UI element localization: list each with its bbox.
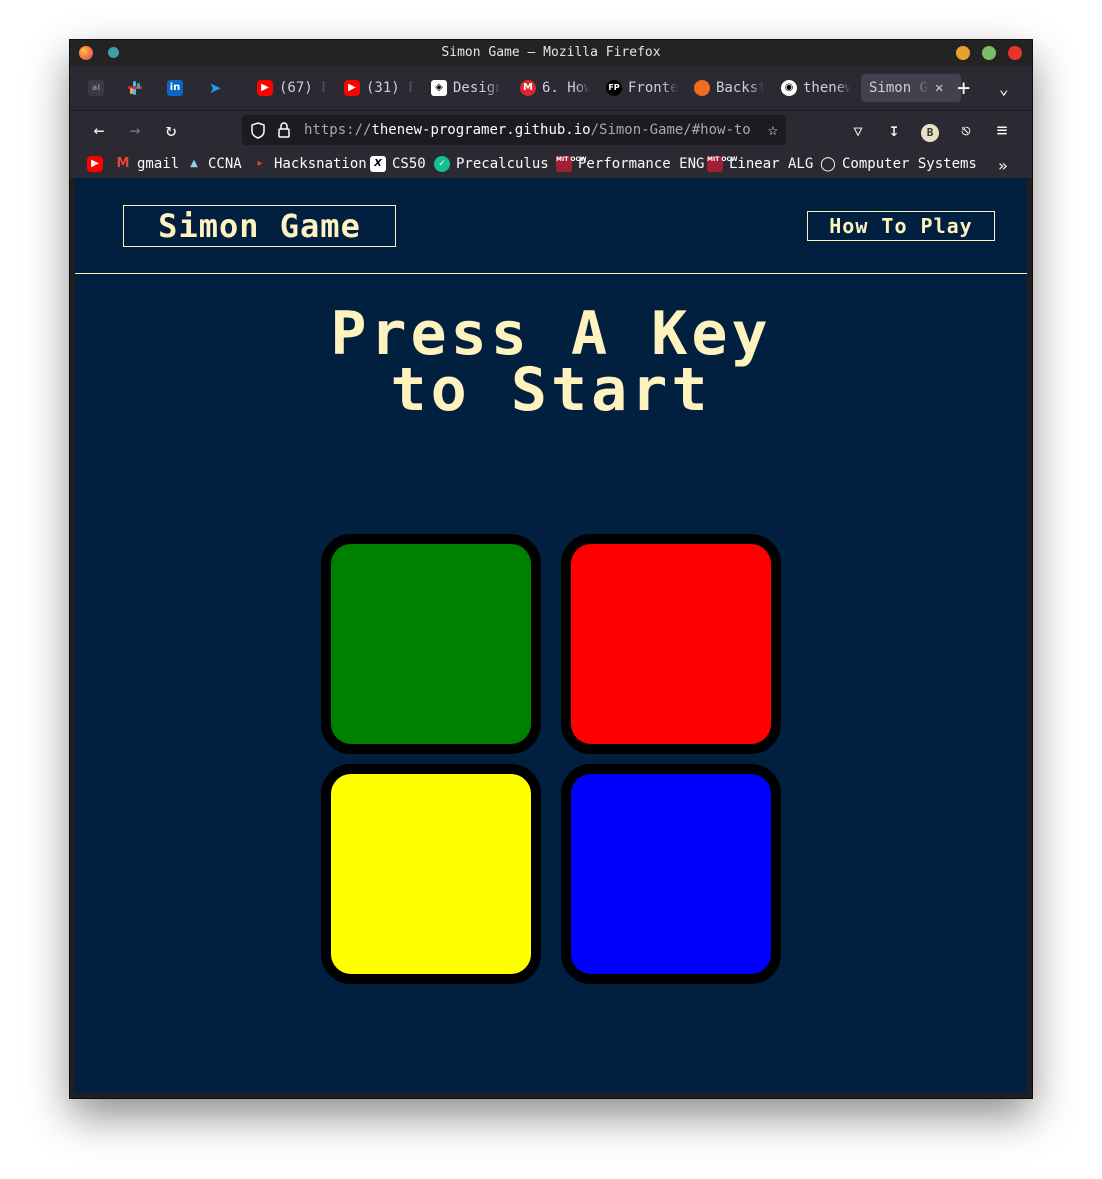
window-title: Simon Game — Mozilla Firefox (441, 45, 661, 60)
tab-youtube-31[interactable]: ▶ (31) F (344, 74, 414, 102)
tab-label: Backst (716, 80, 764, 96)
simon-game-logo[interactable]: Simon Game (123, 205, 396, 247)
menu-icon[interactable]: ≡ (990, 119, 1014, 143)
navigation-toolbar: ← → ↻ https://thenew-programer.github.io… (70, 110, 1032, 151)
tab-youtube-67[interactable]: ▶ (67) F (257, 74, 327, 102)
bookmark-ccna[interactable]: ▲ CCNA (186, 156, 242, 172)
mit-ocw-icon: MIT OCW (707, 156, 738, 172)
youtube-icon: ▶ (344, 80, 360, 96)
tab-label: (67) F (279, 80, 327, 96)
level-title-line-1: Press A Key (330, 299, 772, 369)
lock-icon[interactable] (277, 115, 291, 145)
close-tab-icon[interactable]: ✕ (935, 80, 943, 96)
tab-pinned-1[interactable]: ai (88, 74, 110, 102)
tab-pinned-twitter[interactable]: ➤ (207, 74, 229, 102)
tab-label: 6. How (542, 80, 590, 96)
title-bar: Simon Game — Mozilla Firefox (70, 40, 1032, 66)
tab-pinned-slack[interactable] (127, 74, 149, 102)
pocket-icon[interactable]: ▽ (846, 119, 870, 143)
green-button[interactable] (321, 534, 541, 754)
url-bar[interactable]: https://thenew-programer.github.io/Simon… (242, 115, 786, 145)
maximize-button[interactable] (982, 46, 996, 60)
downloads-icon[interactable]: ↧ (882, 119, 906, 143)
back-arrow-icon[interactable]: ← (87, 119, 111, 143)
reload-icon[interactable]: ↻ (159, 119, 183, 143)
bookmark-label: Performance ENG (578, 156, 705, 172)
yellow-button[interactable] (321, 764, 541, 984)
linkedin-icon: in (167, 80, 183, 96)
bookmarks-toolbar: ▶ M gmail ▲ CCNA ▸ Hacksnation X CS50 ✓ … (70, 150, 1032, 178)
bookmark-label: Linear ALG (729, 156, 814, 172)
bookmark-performance-eng[interactable]: MIT OCW Performance ENG (556, 156, 704, 172)
minimize-button[interactable] (956, 46, 970, 60)
bookmark-star-icon[interactable]: ☆ (768, 115, 778, 145)
tab-frontend[interactable]: FP Fronte (606, 74, 678, 102)
x-icon: X (370, 156, 386, 172)
tab-backstage[interactable]: Backst (694, 74, 764, 102)
bookmark-precalculus[interactable]: ✓ Precalculus (434, 156, 549, 172)
new-tab-button[interactable]: + (957, 74, 970, 102)
tab-github[interactable]: ◉ thenew (781, 74, 851, 102)
forward-arrow-icon[interactable]: → (123, 119, 147, 143)
extensions-icon[interactable]: ⎋ (954, 119, 978, 143)
khan-icon: ✓ (434, 156, 450, 172)
bookmark-linear-alg[interactable]: MIT OCW Linear ALG (707, 156, 813, 172)
url-path: /Simon-Game/#how-to (590, 122, 751, 138)
mit-ocw-icon: MIT OCW (556, 156, 587, 172)
bookmark-label: Hacksnation (274, 156, 367, 172)
url-prefix: https:// (304, 122, 372, 138)
account-avatar-icon[interactable]: B (918, 119, 942, 143)
twitter-icon: ➤ (208, 79, 222, 97)
github-icon: ◉ (781, 80, 797, 96)
hacksnation-icon: ▸ (257, 158, 263, 169)
browser-window: Simon Game — Mozilla Firefox ai in ➤ ▶ (… (70, 40, 1032, 1098)
tab-label: thenew (803, 80, 851, 96)
gmail-icon: M (116, 156, 130, 171)
close-button[interactable] (1008, 46, 1022, 60)
bookmark-label: CS50 (392, 156, 426, 172)
cisco-icon: ▲ (190, 158, 198, 169)
tab-label: Simon G (869, 80, 929, 96)
youtube-icon: ▶ (257, 80, 273, 96)
bookmark-gmail[interactable]: M gmail (115, 156, 180, 172)
url-host: thenew-programer.github.io (371, 122, 591, 138)
bookmark-label: CCNA (208, 156, 242, 172)
design-icon: ◈ (431, 80, 447, 96)
tab-label: Design (453, 80, 501, 96)
level-title-line-2: to Start (390, 355, 712, 425)
tab-simon-game[interactable]: Simon G ✕ (861, 74, 961, 102)
how-to-play-button[interactable]: How To Play (807, 211, 995, 241)
blue-button[interactable] (561, 764, 781, 984)
m-icon: M (520, 80, 536, 96)
generic-site-icon: ai (88, 80, 104, 96)
globe-icon: ◯ (820, 156, 836, 172)
url-text: https://thenew-programer.github.io/Simon… (304, 115, 751, 145)
tab-label: Fronte (628, 80, 678, 96)
tab-label: (31) F (366, 80, 414, 96)
header-divider (75, 273, 1027, 274)
tab-bar: ai in ➤ ▶ (67) F ▶ (31) F ◈ Design M 6. … (70, 66, 1032, 110)
more-bookmarks-icon[interactable]: » (998, 156, 1008, 175)
shield-icon[interactable] (250, 115, 266, 145)
tab-design[interactable]: ◈ Design (431, 74, 501, 102)
list-all-tabs-icon[interactable]: ⌄ (999, 74, 1009, 102)
bookmark-cs50[interactable]: X CS50 (370, 156, 426, 172)
fp-icon: FP (606, 80, 622, 96)
slack-icon (127, 80, 143, 96)
backstage-icon (694, 80, 710, 96)
bookmark-label: Computer Systems (842, 156, 977, 172)
bookmark-label: gmail (137, 156, 180, 172)
page-content: Simon Game How To Play Press A Key to St… (75, 178, 1027, 1093)
bookmark-hacksnation[interactable]: ▸ Hacksnation (252, 156, 367, 172)
bookmark-label: Precalculus (456, 156, 549, 172)
youtube-icon: ▶ (87, 156, 103, 172)
bookmark-computer-systems[interactable]: ◯ Computer Systems (820, 156, 977, 172)
tab-how[interactable]: M 6. How (520, 74, 590, 102)
red-button[interactable] (561, 534, 781, 754)
bookmark-youtube[interactable]: ▶ (87, 156, 109, 172)
level-title: Press A Key to Start (75, 299, 1027, 425)
tab-pinned-linkedin[interactable]: in (167, 74, 189, 102)
